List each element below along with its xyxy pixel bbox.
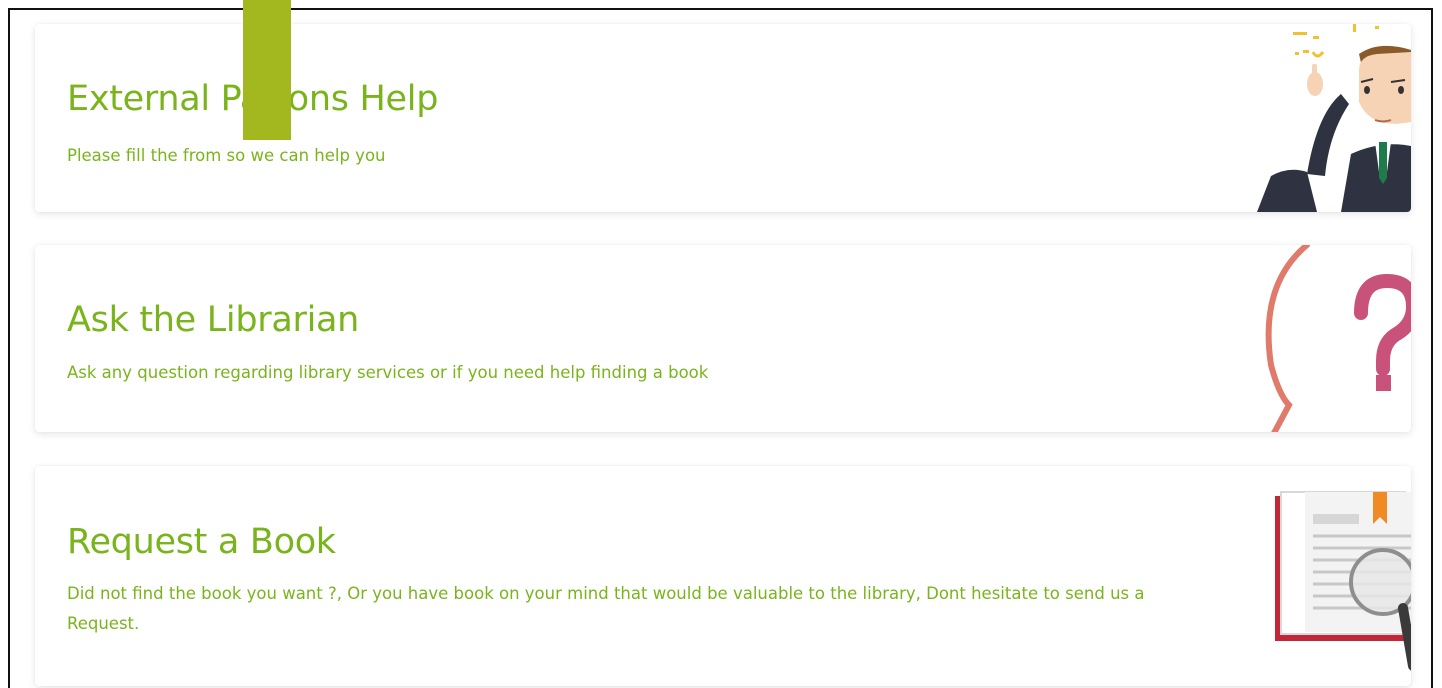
question-bubble-icon (1265, 245, 1411, 432)
ask-the-librarian-card[interactable]: Ask the Librarian Ask any question regar… (35, 245, 1411, 432)
green-marker-bar (243, 0, 291, 140)
card-description: Please fill the from so we can help you (67, 146, 386, 165)
external-patrons-help-card[interactable]: External Patrons Help Please fill the fr… (35, 24, 1411, 212)
card-description: Did not find the book you want ?, Or you… (67, 584, 1145, 633)
card-title: Request a Book (67, 522, 336, 562)
businessman-thinking-icon (1257, 24, 1411, 212)
card-description: Ask any question regarding library servi… (67, 363, 709, 382)
book-magnifier-icon (1275, 491, 1411, 671)
card-title: Ask the Librarian (67, 300, 360, 340)
request-a-book-card[interactable]: Request a Book Did not find the book you… (35, 466, 1411, 686)
